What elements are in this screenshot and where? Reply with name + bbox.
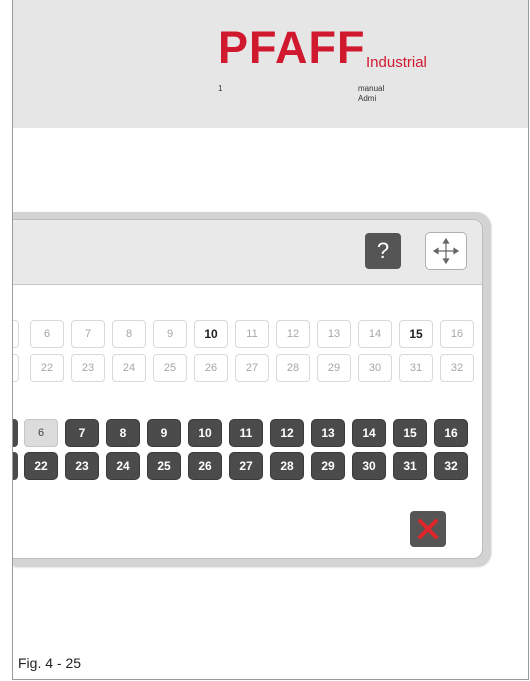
close-button[interactable] bbox=[410, 511, 446, 547]
cell[interactable]: 32 bbox=[434, 452, 468, 480]
cell[interactable]: 15 bbox=[393, 419, 427, 447]
cell[interactable]: 12 bbox=[276, 320, 310, 348]
bobbin-row-2: 22 23 24 25 26 27 28 29 30 31 32 bbox=[13, 354, 481, 382]
move-button[interactable] bbox=[425, 232, 467, 270]
cell[interactable]: 22 bbox=[24, 452, 58, 480]
cell[interactable]: 15 bbox=[399, 320, 433, 348]
cell[interactable]: 30 bbox=[352, 452, 386, 480]
cell[interactable]: 13 bbox=[317, 320, 351, 348]
cell[interactable]: 7 bbox=[71, 320, 105, 348]
cell[interactable]: 29 bbox=[317, 354, 351, 382]
cell[interactable]: 8 bbox=[106, 419, 140, 447]
cell[interactable]: 11 bbox=[229, 419, 263, 447]
cell[interactable]: 13 bbox=[311, 419, 345, 447]
cell[interactable]: 7 bbox=[65, 419, 99, 447]
stitch-row-1: 6 7 8 9 10 11 12 13 14 15 16 bbox=[13, 419, 475, 447]
cell[interactable]: 32 bbox=[440, 354, 474, 382]
cell[interactable]: 6 bbox=[30, 320, 64, 348]
cell[interactable]: 16 bbox=[440, 320, 474, 348]
cell[interactable]: 28 bbox=[270, 452, 304, 480]
cell[interactable]: 10 bbox=[194, 320, 228, 348]
cell[interactable]: 28 bbox=[276, 354, 310, 382]
header-user: Admi bbox=[358, 94, 377, 103]
stitch-row-2: 22 23 24 25 26 27 28 29 30 31 32 bbox=[13, 452, 475, 480]
cell[interactable]: 24 bbox=[112, 354, 146, 382]
cell[interactable]: 23 bbox=[65, 452, 99, 480]
cell[interactable]: 26 bbox=[188, 452, 222, 480]
cell-partial bbox=[13, 354, 19, 382]
move-arrows-icon bbox=[432, 237, 460, 265]
cell[interactable]: 25 bbox=[147, 452, 181, 480]
figure-caption: Fig. 4 - 25 bbox=[18, 655, 82, 671]
cell[interactable]: 27 bbox=[229, 452, 263, 480]
cell[interactable]: 24 bbox=[106, 452, 140, 480]
cell-partial bbox=[13, 452, 18, 480]
cell[interactable]: 14 bbox=[358, 320, 392, 348]
cell[interactable]: 31 bbox=[393, 452, 427, 480]
cell[interactable]: 25 bbox=[153, 354, 187, 382]
bobbin-row-1: 6 7 8 9 10 11 12 13 14 15 16 bbox=[13, 320, 481, 348]
cell[interactable]: 10 bbox=[188, 419, 222, 447]
cell[interactable]: 14 bbox=[352, 419, 386, 447]
cell[interactable]: 29 bbox=[311, 452, 345, 480]
cell[interactable]: 6 bbox=[24, 419, 58, 447]
cell[interactable]: 16 bbox=[434, 419, 468, 447]
header-number: 1 bbox=[218, 84, 223, 93]
header-mode: manual bbox=[358, 84, 385, 93]
cell[interactable]: 11 bbox=[235, 320, 269, 348]
cell[interactable]: 9 bbox=[153, 320, 187, 348]
cell[interactable]: 26 bbox=[194, 354, 228, 382]
cell[interactable]: 27 bbox=[235, 354, 269, 382]
cell-partial bbox=[13, 320, 19, 348]
dialog-header: ? bbox=[13, 220, 482, 285]
cell-partial bbox=[13, 419, 18, 447]
dialog: ? 6 7 8 9 10 11 12 13 14 15 16 22 23 24 … bbox=[13, 212, 490, 566]
cell[interactable]: 31 bbox=[399, 354, 433, 382]
help-button[interactable]: ? bbox=[365, 233, 401, 269]
cell[interactable]: 23 bbox=[71, 354, 105, 382]
cell[interactable]: 9 bbox=[147, 419, 181, 447]
close-icon bbox=[418, 519, 438, 539]
cell[interactable]: 22 bbox=[30, 354, 64, 382]
cell[interactable]: 8 bbox=[112, 320, 146, 348]
cell[interactable]: 30 bbox=[358, 354, 392, 382]
dialog-body: ? 6 7 8 9 10 11 12 13 14 15 16 22 23 24 … bbox=[13, 219, 483, 559]
cell[interactable]: 12 bbox=[270, 419, 304, 447]
brand-subtitle: Industrial bbox=[366, 54, 427, 71]
brand-logo: PFAFF bbox=[218, 22, 366, 73]
